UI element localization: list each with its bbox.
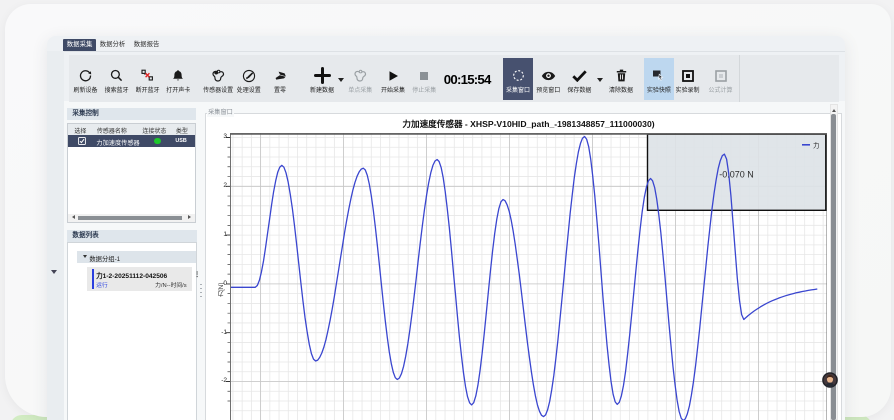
svg-text:力: 力 (813, 140, 819, 149)
svg-text:-0.070 N: -0.070 N (719, 169, 753, 179)
